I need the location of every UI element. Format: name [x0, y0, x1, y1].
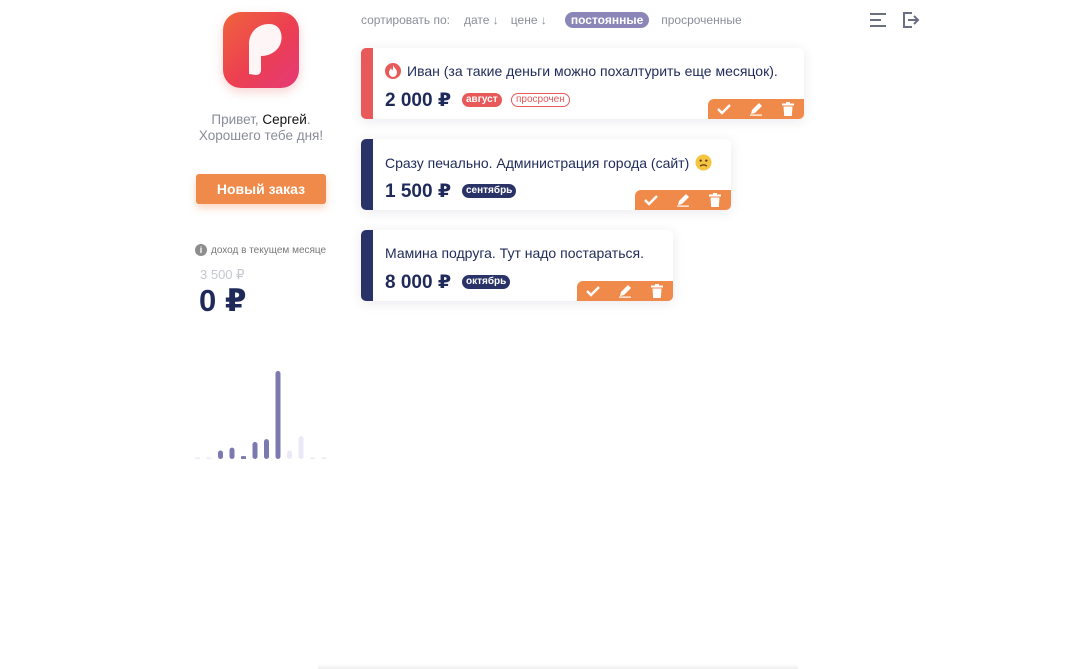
income-bar: [287, 450, 292, 459]
income-bar: [195, 457, 200, 459]
trash-icon[interactable]: [772, 99, 804, 119]
order-amount: 2 000 ₽: [385, 90, 452, 111]
income-bar: [252, 441, 258, 459]
income-bar: [264, 439, 269, 459]
sort-by-date[interactable]: дате ↓: [464, 13, 499, 27]
page-footer-edge: [318, 664, 798, 669]
order-title: Сразу печально. Администрация города (са…: [385, 154, 712, 171]
income-bar: [206, 457, 212, 459]
income-bar: [321, 457, 327, 459]
order-title: Мамина подруга. Тут надо постараться.: [385, 245, 644, 261]
order-amount: 1 500 ₽: [385, 181, 452, 202]
income-bar: [310, 457, 315, 459]
month-badge: август: [462, 93, 502, 107]
income-bar: [241, 456, 246, 459]
check-icon[interactable]: [635, 190, 667, 210]
new-order-button[interactable]: Новый заказ: [196, 174, 326, 204]
app-logo: [223, 12, 299, 88]
check-icon[interactable]: [708, 99, 740, 119]
income-bar: [218, 450, 223, 459]
pencil-icon[interactable]: [609, 281, 641, 301]
income-chart: [195, 371, 327, 459]
order-actions: [577, 281, 673, 301]
info-icon[interactable]: i: [195, 244, 207, 256]
sort-bar: сортировать по: дате ↓ цене ↓ постоянные…: [361, 12, 754, 28]
card-stripe: [361, 230, 373, 301]
order-card[interactable]: Иван (за такие деньги можно похалтурить …: [361, 48, 804, 119]
greeting-wish: Хорошего тебе дня!: [198, 128, 324, 143]
greeting-prefix: Привет,: [211, 112, 263, 127]
income-bar: [298, 436, 304, 459]
month-badge: сентябрь: [462, 184, 517, 198]
filter-recurring[interactable]: постоянные: [564, 12, 650, 28]
order-title-text: Мамина подруга. Тут надо постараться.: [385, 245, 644, 261]
pencil-icon[interactable]: [740, 99, 772, 119]
user-name: Сергей: [262, 112, 307, 127]
order-title-text: Иван (за такие деньги можно похалтурить …: [407, 63, 778, 79]
check-icon[interactable]: [577, 281, 609, 301]
greeting-suffix: .: [306, 112, 311, 127]
income-bar: [229, 447, 235, 459]
income-label-text: доход в текущем месяце: [211, 244, 327, 256]
income-label: i доход в текущем месяце: [195, 244, 326, 256]
month-badge: октябрь: [462, 275, 511, 289]
income-current: 0 ₽: [199, 283, 247, 318]
sort-by-price[interactable]: цене ↓: [511, 13, 547, 27]
sort-label: сортировать по:: [361, 13, 451, 27]
order-actions: [635, 190, 731, 210]
order-card[interactable]: Мамина подруга. Тут надо постараться. 8 …: [361, 230, 673, 301]
menu-icon[interactable]: [869, 11, 889, 29]
greeting: Привет, Сергей. Хорошего тебе дня!: [190, 112, 332, 144]
card-stripe: [361, 48, 373, 119]
order-title: Иван (за такие деньги можно похалтурить …: [385, 63, 778, 79]
order-card[interactable]: Сразу печально. Администрация города (са…: [361, 139, 731, 210]
order-title-text: Сразу печально. Администрация города (са…: [385, 154, 690, 171]
overdue-badge: просрочен: [511, 93, 570, 107]
order-actions: [708, 99, 804, 119]
income-bar: [275, 371, 281, 459]
sad-face-icon: [695, 154, 712, 171]
income-previous: 3 500 ₽: [200, 267, 245, 282]
order-amount: 8 000 ₽: [385, 272, 452, 293]
card-stripe: [361, 139, 373, 210]
trash-icon[interactable]: [699, 190, 731, 210]
fire-icon: [385, 63, 401, 79]
pencil-icon[interactable]: [667, 190, 699, 210]
logout-icon[interactable]: [901, 11, 921, 29]
filter-overdue[interactable]: просроченные: [661, 13, 741, 27]
trash-icon[interactable]: [641, 281, 673, 301]
